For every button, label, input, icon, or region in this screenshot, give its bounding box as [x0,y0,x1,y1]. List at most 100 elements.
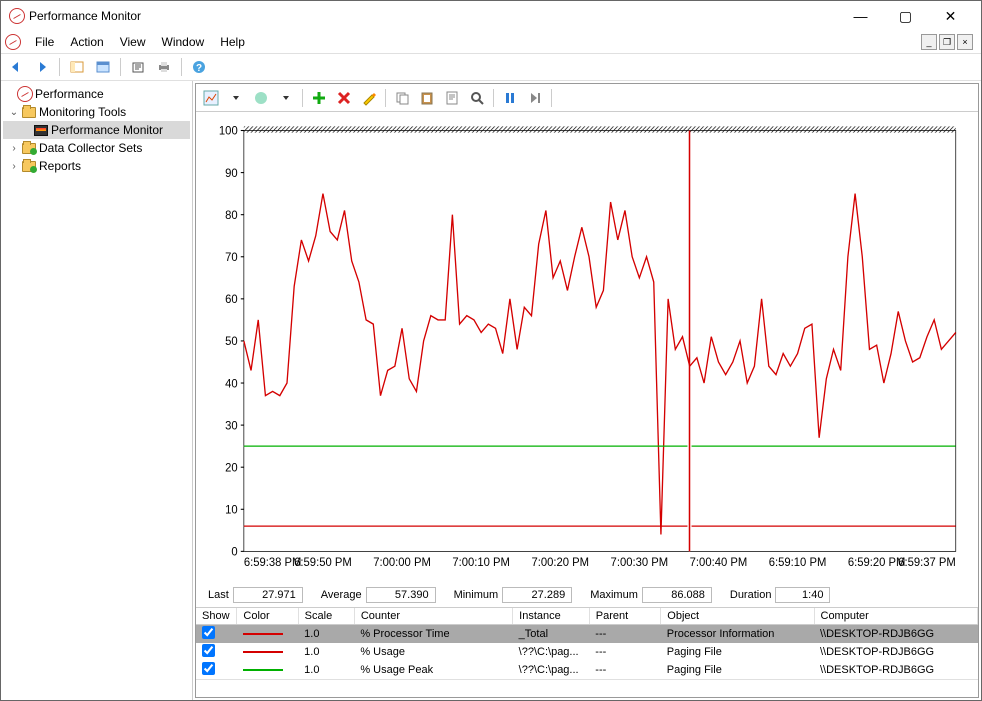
new-window-icon[interactable] [92,56,114,78]
max-label: Maximum [590,589,638,601]
forward-icon[interactable] [31,56,53,78]
svg-text:80: 80 [225,210,238,222]
properties-icon[interactable] [441,87,463,109]
stats-row: Last 27.971 Average 57.390 Minimum 27.28… [196,583,978,607]
parent-cell: --- [589,643,661,661]
mdi-restore-icon[interactable]: ❐ [939,34,955,50]
instance-cell: _Total [513,625,590,644]
svg-text:20: 20 [225,462,238,474]
object-cell: Paging File [661,661,814,679]
col-header[interactable]: Scale [298,608,354,625]
dropdown-arrow-icon[interactable] [225,87,247,109]
show-hide-tree-icon[interactable] [66,56,88,78]
table-row[interactable]: 1.0% Usage\??\C:\pag...---Paging File\\D… [196,643,978,661]
computer-cell: \\DESKTOP-RDJB6GG [814,625,978,644]
col-header[interactable]: Counter [354,608,512,625]
zoom-icon[interactable] [466,87,488,109]
paste-icon[interactable] [416,87,438,109]
table-row[interactable]: 1.0% Processor Time_Total---Processor In… [196,625,978,644]
svg-text:7:00:30 PM: 7:00:30 PM [611,557,669,569]
svg-text:50: 50 [225,336,238,348]
dur-value: 1:40 [775,587,830,603]
back-icon[interactable] [5,56,27,78]
pause-icon[interactable] [499,87,521,109]
scale-cell: 1.0 [298,643,354,661]
chart-toolbar [196,84,978,112]
svg-text:70: 70 [225,252,238,264]
computer-cell: \\DESKTOP-RDJB6GG [814,643,978,661]
counter-cell: % Processor Time [354,625,512,644]
add-counter-icon[interactable] [308,87,330,109]
col-header[interactable]: Object [661,608,814,625]
close-button[interactable]: ✕ [928,2,973,30]
svg-text:6:59:38 PM: 6:59:38 PM [244,557,302,569]
show-checkbox[interactable] [202,644,215,657]
table-row[interactable]: 1.0% Usage Peak\??\C:\pag...---Paging Fi… [196,661,978,679]
counter-table[interactable]: ShowColorScaleCounterInstanceParentObjec… [196,607,978,679]
object-cell: Paging File [661,643,814,661]
freeze-display-icon[interactable] [250,87,272,109]
menu-window[interactable]: Window [154,33,213,51]
tree-reports[interactable]: › Reports [3,157,190,175]
counter-cell: % Usage [354,643,512,661]
tree-root-performance[interactable]: Performance [3,85,190,103]
app-icon [9,8,25,24]
tree-monitoring-tools[interactable]: ⌄ Monitoring Tools [3,103,190,121]
footer-spacer [196,679,978,697]
export-icon[interactable] [127,56,149,78]
max-value: 86.088 [642,587,712,603]
svg-text:0: 0 [231,546,237,558]
tree-label: Data Collector Sets [39,141,142,155]
scale-cell: 1.0 [298,625,354,644]
svg-text:40: 40 [225,378,238,390]
app-icon [5,34,21,50]
color-swatch [243,651,283,653]
step-forward-icon[interactable] [524,87,546,109]
line-chart: 01020304050607080901006:59:38 PM6:59:50 … [208,122,966,579]
svg-text:7:00:10 PM: 7:00:10 PM [452,557,510,569]
monitor-pane: 01020304050607080901006:59:38 PM6:59:50 … [195,83,979,698]
print-icon[interactable] [153,56,175,78]
highlight-icon[interactable] [358,87,380,109]
col-header[interactable]: Instance [513,608,590,625]
main-toolbar: ? [1,53,981,81]
col-header[interactable]: Parent [589,608,661,625]
svg-text:100: 100 [219,126,238,138]
delete-counter-icon[interactable] [333,87,355,109]
menu-view[interactable]: View [112,33,154,51]
computer-cell: \\DESKTOP-RDJB6GG [814,661,978,679]
menu-file[interactable]: File [27,33,62,51]
col-header[interactable]: Show [196,608,237,625]
navigation-tree[interactable]: Performance ⌄ Monitoring Tools Performan… [1,81,193,700]
maximize-button[interactable]: ▢ [883,2,928,30]
svg-text:90: 90 [225,168,238,180]
col-header[interactable]: Computer [814,608,978,625]
tree-data-collector-sets[interactable]: › Data Collector Sets [3,139,190,157]
copy-icon[interactable] [391,87,413,109]
menu-bar: File Action View Window Help _ ❐ × [1,31,981,53]
col-header[interactable]: Color [237,608,298,625]
show-checkbox[interactable] [202,662,215,675]
menu-action[interactable]: Action [62,33,111,51]
last-value: 27.971 [233,587,303,603]
svg-text:7:00:40 PM: 7:00:40 PM [690,557,748,569]
dropdown-arrow-icon[interactable] [275,87,297,109]
instance-cell: \??\C:\pag... [513,661,590,679]
show-checkbox[interactable] [202,626,215,639]
svg-text:7:00:20 PM: 7:00:20 PM [531,557,589,569]
tree-label: Reports [39,159,81,173]
svg-text:10: 10 [225,504,238,516]
title-bar: Performance Monitor — ▢ ✕ [1,1,981,31]
tree-label: Performance [35,87,104,101]
view-graph-icon[interactable] [200,87,222,109]
help-icon[interactable]: ? [188,56,210,78]
min-label: Minimum [454,589,499,601]
mdi-close-icon[interactable]: × [957,34,973,50]
menu-help[interactable]: Help [212,33,253,51]
avg-label: Average [321,589,362,601]
tree-performance-monitor[interactable]: Performance Monitor [3,121,190,139]
avg-value: 57.390 [366,587,436,603]
mdi-minimize-icon[interactable]: _ [921,34,937,50]
minimize-button[interactable]: — [838,2,883,30]
chart-area[interactable]: 01020304050607080901006:59:38 PM6:59:50 … [196,112,978,583]
